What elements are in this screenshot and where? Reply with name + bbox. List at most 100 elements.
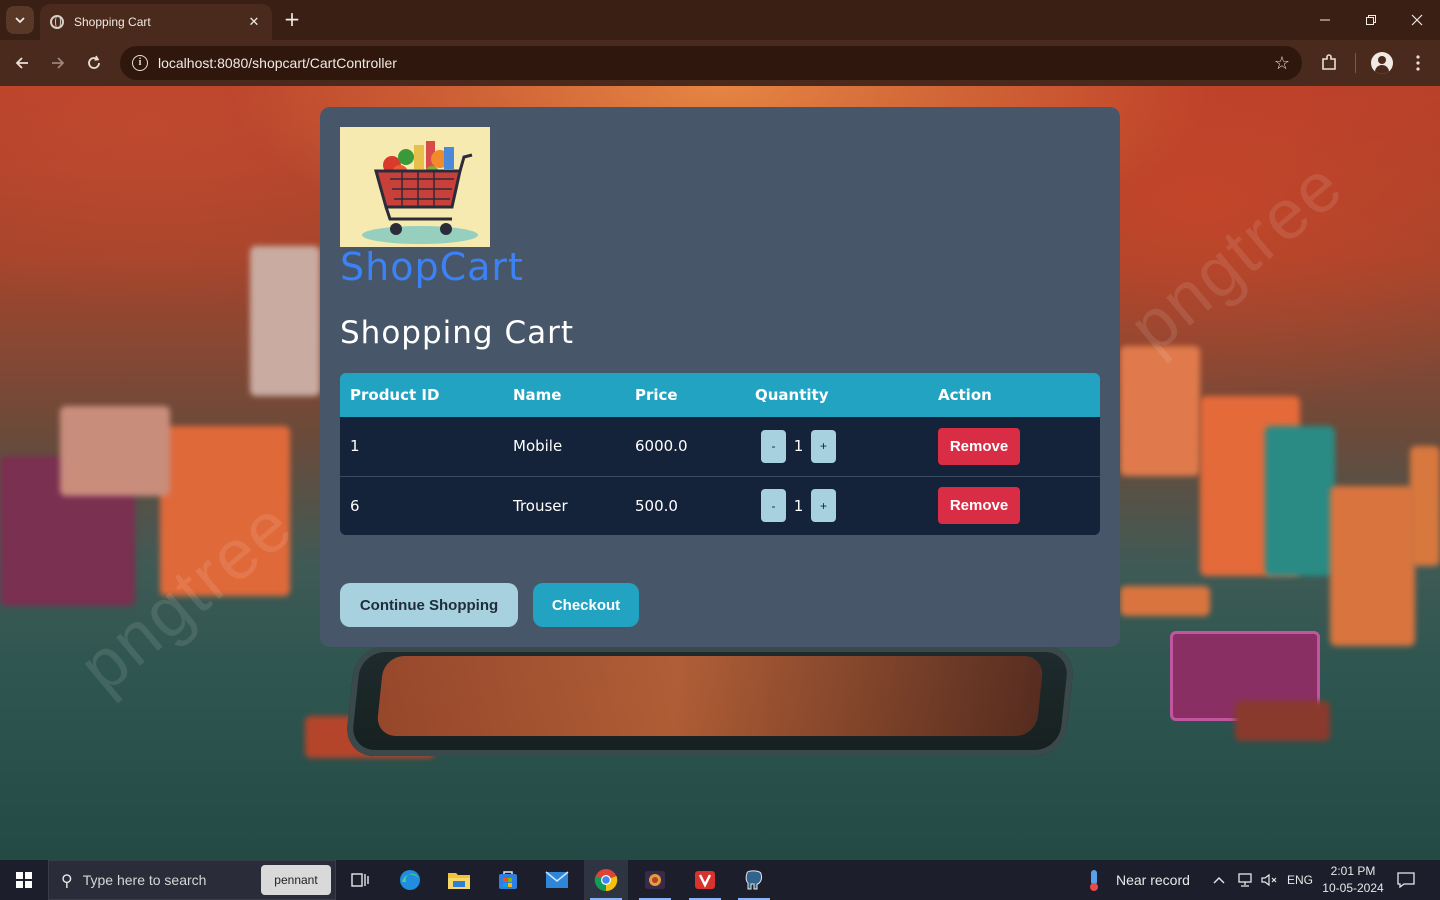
quantity-value: 1 [793, 437, 804, 456]
arrow-right-icon [52, 57, 65, 69]
close-window-button[interactable] [1394, 0, 1440, 40]
background-box [1120, 586, 1210, 616]
background-box [1120, 346, 1200, 476]
decrement-button[interactable]: - [761, 489, 786, 523]
tab-title: Shopping Cart [74, 15, 151, 29]
taskbar-postgres[interactable] [732, 860, 776, 900]
quantity-stepper: - 1 + [761, 489, 836, 523]
globe-icon [50, 15, 64, 29]
shopping-cart-logo-icon [340, 127, 490, 247]
profile-button[interactable] [1369, 50, 1395, 76]
clock[interactable]: 2:01 PM 10-05-2024 [1320, 860, 1386, 900]
forward-button[interactable] [44, 49, 72, 77]
quantity-cell: - 1 + [745, 417, 928, 476]
action-cell: Remove [928, 417, 1100, 476]
taskbar-mail[interactable] [535, 860, 579, 900]
language-indicator[interactable]: ENG [1287, 860, 1313, 900]
chevron-down-icon [15, 17, 25, 24]
background-box [1330, 486, 1415, 646]
taskbar-chrome[interactable] [584, 860, 628, 900]
column-header: Action [938, 386, 992, 404]
bookmark-star-icon[interactable]: ☆ [1262, 53, 1302, 74]
background-box [1235, 701, 1330, 741]
notification-icon [1397, 872, 1415, 889]
product-name: Trouser [503, 475, 625, 535]
remove-button[interactable]: Remove [938, 487, 1020, 525]
search-icon: ⚲ [61, 870, 73, 890]
puzzle-icon [1322, 54, 1336, 70]
taskbar-file-explorer[interactable] [437, 860, 481, 900]
increment-button[interactable]: + [811, 489, 836, 523]
increment-button[interactable]: + [811, 429, 836, 463]
column-header: Product ID [350, 386, 440, 404]
taskbar: ⚲ Type here to search pennant Near recor… [0, 860, 1440, 900]
edge-icon [400, 870, 420, 890]
table-header-row: Product ID Name Price Quantity Action [340, 373, 1100, 417]
network-button[interactable] [1236, 860, 1254, 900]
decrement-button[interactable]: - [761, 429, 786, 463]
action-cell: Remove [928, 475, 1100, 535]
task-view-icon [351, 873, 369, 887]
shop-logo [340, 127, 490, 247]
taskbar-edge[interactable] [388, 860, 432, 900]
continue-shopping-button[interactable]: Continue Shopping [340, 583, 518, 627]
back-button[interactable] [8, 49, 36, 77]
minimize-button[interactable] [1302, 0, 1348, 40]
table-row: 6 Trouser 500.0 - 1 + Remove [340, 475, 1100, 535]
taskbar-app-vivaldi[interactable] [683, 860, 727, 900]
windows-icon [16, 872, 32, 888]
column-header: Price [635, 386, 678, 404]
restore-icon [1366, 15, 1376, 25]
chrome-icon [594, 869, 618, 892]
tray-overflow-button[interactable] [1212, 860, 1226, 900]
menu-button[interactable] [1405, 50, 1431, 76]
background-box [60, 406, 170, 496]
remove-button[interactable]: Remove [938, 427, 1020, 465]
store-icon [499, 871, 517, 889]
tab-strip: Shopping Cart ✕ + [0, 0, 1440, 40]
minimize-icon [1320, 19, 1330, 21]
notifications-button[interactable] [1396, 860, 1416, 900]
more-vertical-icon [1416, 55, 1420, 71]
taskbar-search[interactable]: ⚲ Type here to search pennant [48, 860, 336, 900]
clock-date: 10-05-2024 [1322, 881, 1384, 895]
start-button[interactable] [0, 860, 48, 900]
clock-time: 2:01 PM [1330, 864, 1376, 878]
extensions-button[interactable] [1316, 50, 1342, 76]
volume-muted-icon [1261, 873, 1277, 887]
product-id: 6 [340, 475, 503, 535]
background-box [250, 246, 320, 396]
address-bar[interactable]: i localhost:8080/shopcart/CartController… [120, 46, 1302, 80]
product-name: Mobile [513, 437, 563, 456]
taskbar-store[interactable] [486, 860, 530, 900]
taskbar-app-game[interactable] [633, 860, 677, 900]
weather-widget[interactable]: Near record [1084, 860, 1190, 900]
chevron-up-icon [1213, 877, 1225, 884]
background-phone-screen [375, 656, 1045, 736]
avatar-icon [1371, 52, 1393, 74]
thermometer-icon [1090, 870, 1098, 891]
v-app-icon [695, 871, 715, 889]
volume-button[interactable] [1260, 860, 1278, 900]
product-price: 6000.0 [635, 437, 688, 456]
checkout-button[interactable]: Checkout [533, 583, 639, 627]
brand-name: ShopCart [340, 245, 524, 289]
search-highlight-badge[interactable]: pennant [261, 865, 331, 895]
quantity-value: 1 [793, 496, 804, 515]
product-id: 1 [350, 437, 360, 456]
network-icon [1238, 873, 1252, 887]
elephant-icon [745, 870, 762, 890]
weather-text: Near record [1116, 872, 1190, 888]
close-icon [1411, 14, 1423, 26]
restore-button[interactable] [1348, 0, 1394, 40]
tab-search-button[interactable] [6, 6, 34, 34]
url-text[interactable]: localhost:8080/shopcart/CartController [158, 55, 1262, 71]
folder-icon [448, 873, 470, 889]
new-tab-button[interactable]: + [280, 8, 304, 32]
column-header: Quantity [755, 386, 829, 404]
close-icon[interactable]: ✕ [246, 15, 262, 30]
task-view-button[interactable] [338, 860, 382, 900]
reload-button[interactable] [80, 49, 108, 77]
site-info-icon[interactable]: i [132, 55, 148, 71]
tab-shopping-cart[interactable]: Shopping Cart ✕ [40, 4, 272, 40]
